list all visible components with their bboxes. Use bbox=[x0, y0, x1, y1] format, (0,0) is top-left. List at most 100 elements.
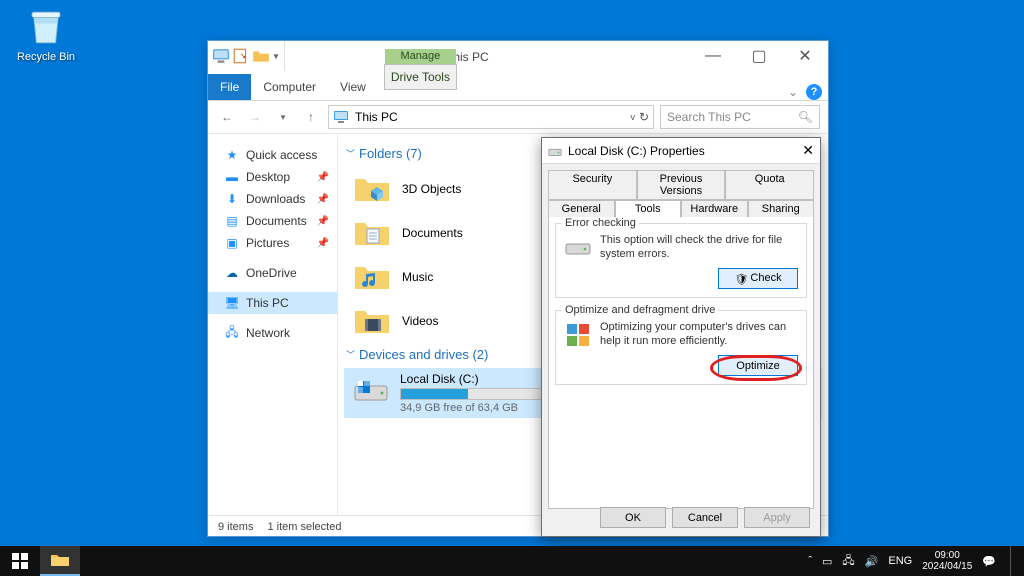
chevron-down-icon: ﹀ bbox=[346, 147, 355, 160]
computer-tab[interactable]: Computer bbox=[251, 74, 328, 100]
star-icon: ★ bbox=[224, 147, 240, 163]
drive-icon bbox=[548, 144, 562, 158]
network-icon[interactable]: 🖧 bbox=[842, 552, 854, 571]
taskbar-file-explorer[interactable] bbox=[40, 546, 80, 576]
drive-icon bbox=[564, 234, 592, 262]
tray-chevron-icon[interactable]: ˆ bbox=[808, 555, 812, 567]
group-legend: Error checking bbox=[562, 217, 639, 229]
pin-icon: 📌 bbox=[317, 194, 329, 205]
refresh-icon[interactable]: ↻ bbox=[639, 110, 649, 124]
address-dropdown-icon[interactable]: v bbox=[630, 112, 635, 122]
close-icon[interactable]: ✕ bbox=[802, 142, 814, 159]
nav-downloads[interactable]: ⬇Downloads📌 bbox=[208, 188, 337, 210]
folder-icon bbox=[352, 259, 392, 295]
start-button[interactable] bbox=[0, 546, 40, 576]
properties-dialog: Local Disk (C:) Properties ✕ Security Pr… bbox=[541, 137, 821, 537]
nav-documents[interactable]: ▤Documents📌 bbox=[208, 210, 337, 232]
status-selected-count: 1 item selected bbox=[267, 521, 341, 533]
ribbon-tabs: File Computer View Manage Drive Tools ⌄ … bbox=[208, 71, 828, 101]
action-center-icon[interactable]: 💬 bbox=[982, 555, 996, 568]
minimize-button[interactable]: — bbox=[690, 41, 736, 71]
check-button[interactable]: 🛡Check bbox=[718, 268, 798, 289]
ribbon-expand-icon[interactable]: ⌄ bbox=[788, 85, 798, 99]
show-desktop-button[interactable] bbox=[1010, 546, 1016, 576]
nav-onedrive[interactable]: ☁OneDrive bbox=[208, 262, 337, 284]
file-explorer-icon bbox=[50, 552, 70, 568]
this-pc-icon bbox=[212, 47, 230, 65]
clock-time: 09:00 bbox=[922, 550, 972, 562]
forward-button[interactable]: → bbox=[244, 106, 266, 128]
up-button[interactable]: ↑ bbox=[300, 106, 322, 128]
quick-access-toolbar: ▼ bbox=[208, 41, 285, 71]
recent-locations-button[interactable]: ▾ bbox=[272, 106, 294, 128]
drive-capacity-bar bbox=[400, 388, 550, 400]
new-folder-icon[interactable] bbox=[252, 47, 270, 65]
cloud-icon: ☁ bbox=[224, 265, 240, 281]
language-indicator[interactable]: ENG bbox=[888, 555, 912, 567]
tab-sharing[interactable]: Sharing bbox=[748, 200, 815, 218]
optimize-text: Optimizing your computer's drives can he… bbox=[600, 321, 798, 349]
cancel-button[interactable]: Cancel bbox=[672, 507, 738, 528]
tab-general[interactable]: General bbox=[548, 200, 615, 218]
desktop-icon-recycle-bin[interactable]: Recycle Bin bbox=[10, 6, 82, 63]
file-tab[interactable]: File bbox=[208, 74, 251, 100]
navigation-pane: ★Quick access ▬Desktop📌 ⬇Downloads📌 ▤Doc… bbox=[208, 134, 338, 515]
error-check-text: This option will check the drive for fil… bbox=[600, 234, 798, 262]
close-button[interactable]: ✕ bbox=[782, 41, 828, 71]
drive-free-text: 34,9 GB free of 63,4 GB bbox=[400, 402, 550, 414]
nav-network[interactable]: 🖧Network bbox=[208, 322, 337, 344]
drive-label: Local Disk (C:) bbox=[400, 372, 550, 386]
folder-icon bbox=[352, 303, 392, 339]
desktop-icon-label: Recycle Bin bbox=[10, 51, 82, 63]
view-tab[interactable]: View bbox=[328, 74, 378, 100]
tab-strip: Security Previous Versions Quota General… bbox=[542, 164, 820, 218]
nav-quick-access[interactable]: ★Quick access bbox=[208, 144, 337, 166]
drive-tools-tab[interactable]: Drive Tools bbox=[384, 64, 457, 90]
tab-hardware[interactable]: Hardware bbox=[681, 200, 748, 218]
error-checking-group: Error checking This option will check th… bbox=[555, 223, 807, 298]
folder-icon bbox=[352, 171, 392, 207]
tab-quota[interactable]: Quota bbox=[725, 170, 814, 200]
pin-icon: 📌 bbox=[317, 216, 329, 227]
recycle-bin-icon bbox=[25, 6, 67, 48]
battery-icon[interactable]: ▭ bbox=[822, 555, 832, 568]
group-legend: Optimize and defragment drive bbox=[562, 304, 718, 316]
ok-button[interactable]: OK bbox=[600, 507, 666, 528]
maximize-button[interactable]: ▢ bbox=[736, 41, 782, 71]
apply-button[interactable]: Apply bbox=[744, 507, 810, 528]
volume-icon[interactable]: 🔊 bbox=[865, 555, 879, 568]
network-icon: 🖧 bbox=[224, 325, 240, 341]
tab-security[interactable]: Security bbox=[548, 170, 637, 200]
clock-date: 2024/04/15 bbox=[922, 561, 972, 573]
optimize-group: Optimize and defragment drive Optimizing… bbox=[555, 310, 807, 385]
help-icon[interactable]: ? bbox=[806, 84, 822, 100]
nav-desktop[interactable]: ▬Desktop📌 bbox=[208, 166, 337, 188]
status-item-count: 9 items bbox=[218, 521, 253, 533]
documents-icon: ▤ bbox=[224, 213, 240, 229]
folder-icon bbox=[352, 215, 392, 251]
nav-pictures[interactable]: ▣Pictures📌 bbox=[208, 232, 337, 254]
search-placeholder: Search This PC bbox=[667, 110, 751, 124]
tab-tools[interactable]: Tools bbox=[615, 200, 682, 218]
windows-icon bbox=[12, 553, 28, 569]
system-tray: ˆ ▭ 🖧 🔊 ENG 09:00 2024/04/15 💬 bbox=[800, 546, 1024, 576]
clock[interactable]: 09:00 2024/04/15 bbox=[922, 550, 972, 573]
qat-dropdown-icon[interactable]: ▼ bbox=[272, 52, 280, 61]
properties-icon[interactable] bbox=[232, 47, 250, 65]
desktop-icon: ▬ bbox=[224, 169, 240, 185]
pin-icon: 📌 bbox=[317, 172, 329, 183]
tab-previous-versions[interactable]: Previous Versions bbox=[637, 170, 726, 200]
defrag-icon bbox=[564, 321, 592, 349]
address-bar[interactable]: This PC v↻ bbox=[328, 105, 654, 129]
contextual-group-head: Manage bbox=[385, 49, 457, 64]
back-button[interactable]: ← bbox=[216, 106, 238, 128]
this-pc-icon: 🖥 bbox=[224, 295, 240, 311]
search-icon: 🔍︎ bbox=[798, 110, 813, 124]
shield-icon: 🛡 bbox=[734, 273, 748, 286]
pin-icon: 📌 bbox=[317, 238, 329, 249]
search-box[interactable]: Search This PC 🔍︎ bbox=[660, 105, 820, 129]
drive-icon bbox=[352, 376, 390, 411]
dialog-title: Local Disk (C:) Properties bbox=[568, 144, 705, 158]
nav-this-pc[interactable]: 🖥This PC bbox=[208, 292, 337, 314]
optimize-button[interactable]: Optimize bbox=[718, 355, 798, 376]
